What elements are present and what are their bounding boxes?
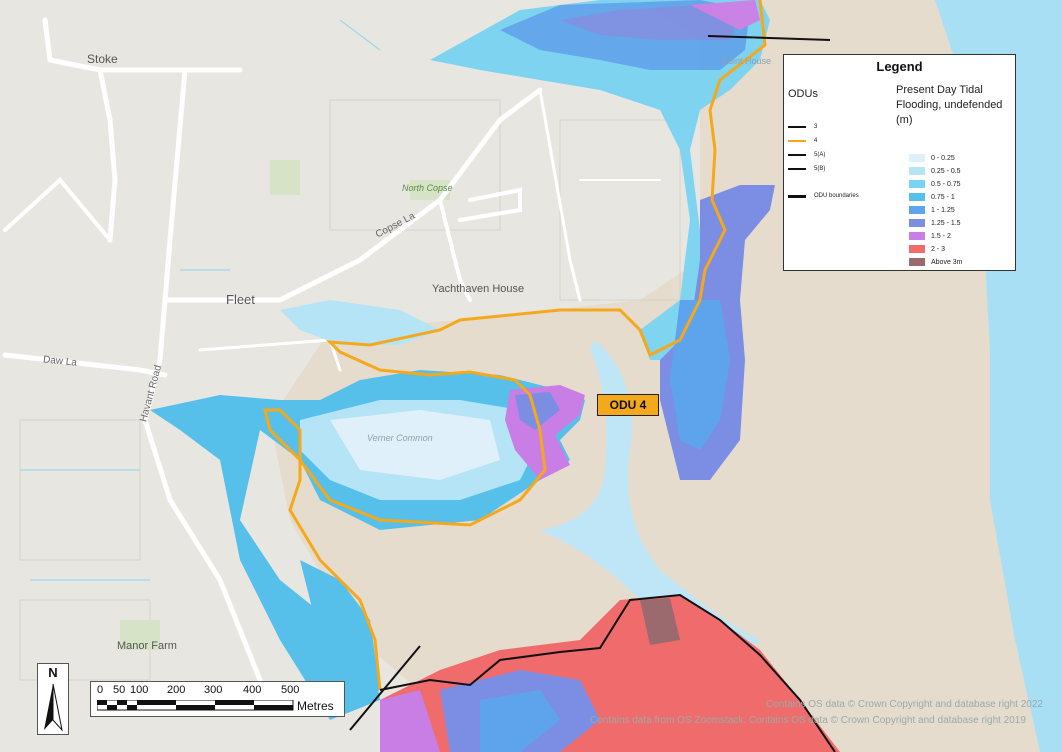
legend-flood-item: 0 - 0.25	[909, 153, 955, 163]
place-label-stoke: Stoke	[87, 52, 118, 66]
legend-odu-swatch	[788, 140, 806, 142]
north-arrow-icon	[44, 683, 63, 732]
legend-odu-heading: ODUs	[788, 88, 818, 100]
legend-flood-item: 2 - 3	[909, 244, 945, 254]
legend-flood-item: 0.75 - 1	[909, 192, 955, 202]
legend-flood-swatch	[909, 193, 925, 201]
legend-odu-label: 5(B)	[814, 166, 826, 172]
legend-flood-label: Above 3m	[931, 258, 963, 266]
green-field	[270, 160, 300, 195]
place-label-yachthaven-house: Yachthaven House	[432, 283, 525, 295]
attribution-line-2: Contains data from OS Zoomstack. Contain…	[590, 715, 1026, 726]
scale-unit: Metres	[297, 699, 334, 713]
legend-odu-item: 3	[788, 123, 817, 131]
north-arrow: N	[37, 663, 69, 735]
legend-flood-item: Above 3m	[909, 257, 963, 267]
scale-tick: 500	[281, 684, 300, 696]
scale-tick: 200	[167, 684, 186, 696]
legend-flood-label: 0.5 - 0.75	[931, 180, 961, 188]
scale-bar-graphic	[97, 700, 294, 711]
legend-flood-swatch	[909, 219, 925, 227]
scale-tick: 400	[243, 684, 262, 696]
legend-flood-item: 1.25 - 1.5	[909, 218, 961, 228]
legend-flood-item: 0.5 - 0.75	[909, 179, 961, 189]
legend-flood-swatch	[909, 206, 925, 214]
legend-flood-swatch	[909, 258, 925, 266]
flood-map[interactable]: Stoke Fleet Manor Farm Yachthaven House …	[0, 0, 1062, 752]
legend-flood-label: 0.25 - 0.5	[931, 167, 961, 175]
place-label-verner-common: Verner Common	[367, 433, 433, 443]
legend-odu-label: 4	[814, 138, 818, 144]
legend-odu-label: 3	[814, 124, 818, 130]
place-label-fleet: Fleet	[226, 292, 255, 307]
legend-odu-item: 4	[788, 137, 817, 145]
attribution-line-1: Contains OS data © Crown Copyright and d…	[766, 699, 1043, 710]
scale-bar: 0 50 100 200 300 400 500 Metres	[90, 681, 345, 717]
legend-flood-item: 0.25 - 0.5	[909, 166, 961, 176]
legend-odu-label: ODU boundaries	[814, 193, 859, 199]
legend-flood-item: 1 - 1.25	[909, 205, 955, 215]
place-label-north-copse: North Copse	[402, 183, 453, 193]
legend-odu-item: ODU boundaries	[788, 192, 859, 200]
legend-odu-swatch	[788, 126, 806, 128]
place-label-manor-farm: Manor Farm	[117, 640, 177, 652]
north-arrow-letter: N	[48, 665, 58, 680]
legend-odu-swatch	[788, 154, 806, 156]
legend-flood-label: 2 - 3	[931, 245, 946, 253]
scale-tick: 0	[97, 684, 104, 696]
odu4-label[interactable]: ODU 4	[597, 394, 659, 416]
legend-panel: Legend ODUs Present Day Tidal Flooding, …	[783, 54, 1016, 271]
legend-flood-label: 1 - 1.25	[931, 206, 955, 214]
scale-tick: 100	[130, 684, 149, 696]
legend-flood-swatch	[909, 180, 925, 188]
scale-tick: 50	[113, 684, 126, 696]
legend-odu-item: 5(A)	[788, 151, 825, 159]
legend-odu-swatch	[788, 168, 806, 170]
legend-flood-swatch	[909, 167, 925, 175]
legend-flood-label: 1.25 - 1.5	[931, 219, 961, 227]
legend-flood-swatch	[909, 154, 925, 162]
legend-odu-swatch	[788, 194, 806, 198]
legend-odu-item: 5(B)	[788, 165, 825, 173]
place-label-point-house: Point House	[722, 56, 772, 66]
legend-flood-swatch	[909, 232, 925, 240]
legend-odu-label: 5(A)	[814, 152, 826, 158]
legend-flood-label: 1.5 - 2	[931, 232, 951, 240]
legend-flood-item: 1.5 - 2	[909, 231, 951, 241]
legend-flood-label: 0.75 - 1	[931, 193, 955, 201]
legend-title: Legend	[876, 59, 923, 74]
legend-flood-label: 0 - 0.25	[931, 154, 955, 162]
legend-flood-heading: Present Day Tidal Flooding, undefended (…	[896, 84, 1003, 126]
scale-tick: 300	[204, 684, 223, 696]
legend-flood-swatch	[909, 245, 925, 253]
